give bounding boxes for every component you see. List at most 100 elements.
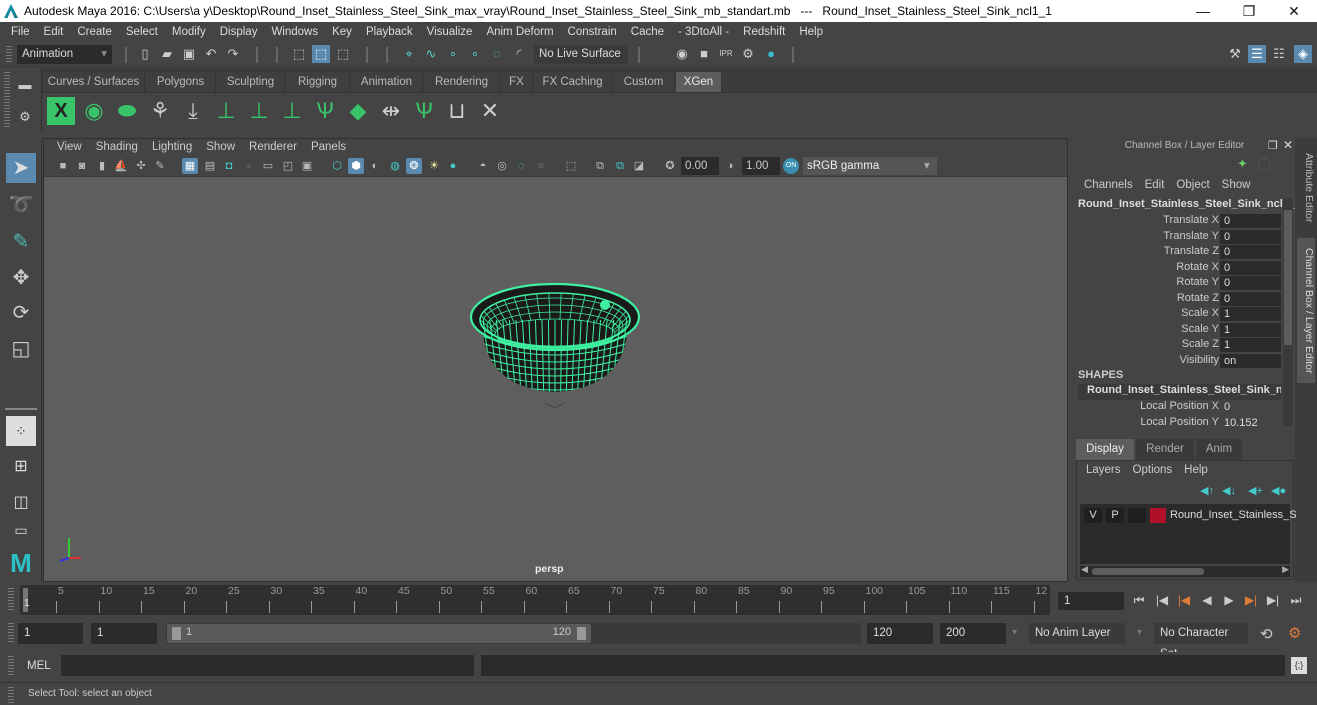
menu-redshift[interactable]: Redshift [736,26,792,38]
paint-select-tool-icon[interactable]: ✎ [6,227,36,257]
layer-color-swatch[interactable] [1150,508,1166,523]
animation-preferences-icon[interactable]: ⚙ [1288,624,1301,642]
script-language-toggle[interactable]: MEL [27,660,51,672]
command-line-grip[interactable] [8,656,14,676]
manipulator-axes-icon[interactable]: ✦ [1237,156,1248,172]
xray-icon[interactable]: ❂ [406,158,422,174]
animation-end-field[interactable]: 200 [940,623,1006,644]
tool-settings-toggle-icon[interactable]: ☷ [1270,45,1288,63]
outliner-layout-icon[interactable]: ▭ [6,522,36,538]
channels-menu[interactable]: Channels [1078,179,1139,191]
close-button[interactable]: ✕ [1271,0,1317,22]
channel-label[interactable]: Local Position Y [1140,416,1219,428]
menu-visualize[interactable]: Visualize [420,26,480,38]
channel-label[interactable]: Rotate X [1176,261,1219,273]
current-frame-field[interactable]: 1 [1058,592,1124,610]
range-start-handle[interactable] [172,627,181,640]
channel-value-field[interactable]: 0 [1220,291,1281,306]
show-menu[interactable]: Show [1216,179,1257,191]
status-line-grip[interactable] [6,46,12,64]
anim-layer-dropdown[interactable]: No Anim Layer [1029,623,1125,644]
shelf-tab-sculpting[interactable]: Sculpting [217,72,285,92]
render-view-icon[interactable]: ◉ [673,45,691,63]
layer-tab-anim[interactable]: Anim [1196,439,1242,460]
shadows-icon[interactable]: ● [445,158,461,174]
delete-guide-icon[interactable]: ✕ [476,97,504,125]
channel-row[interactable]: Scale Y1 [1076,322,1281,338]
channel-row[interactable]: Rotate X0 [1076,260,1281,276]
scrollbar-thumb[interactable] [1284,210,1292,345]
channel-value-field[interactable]: 0 [1220,260,1281,275]
channel-value-field[interactable]: on [1220,353,1281,368]
move-tool-icon[interactable]: ✥ [6,263,36,293]
xray-components-icon[interactable]: ⧉ [612,158,628,174]
channel-label[interactable]: Translate X [1163,214,1219,226]
shelf-tab-fx[interactable]: FX [501,72,533,92]
minimize-button[interactable]: — [1180,0,1226,22]
preview-icon[interactable]: ◉ [80,97,108,125]
single-pane-layout-icon[interactable]: ⁘ [6,416,36,446]
menu-windows[interactable]: Windows [264,26,325,38]
channel-row[interactable]: Translate X0 [1076,214,1281,229]
shelf-tab-rigging[interactable]: Rigging [286,72,350,92]
select-component-icon[interactable]: ⬚ [334,45,352,63]
chevron-down-icon[interactable]: ▾ [1137,627,1142,638]
script-editor-icon[interactable]: {;} [1291,657,1307,674]
shelf-tab-custom[interactable]: Custom [613,72,675,92]
channel-value-field[interactable]: 1 [1220,322,1281,337]
go-to-end-icon[interactable]: ⏭ [1289,592,1303,608]
snap-curve-icon[interactable]: ∿ [422,45,440,63]
color-management-toggle-icon[interactable]: ON [783,158,799,174]
channel-row[interactable]: Translate Z0 [1076,245,1281,260]
shelf-tab-fx-caching[interactable]: FX Caching [534,72,612,92]
render-current-icon[interactable]: ■ [695,45,713,63]
chevron-down-icon[interactable]: ▾ [1012,627,1017,638]
open-scene-icon[interactable]: ▰ [158,45,176,63]
snap-surface-icon[interactable]: ◌ [488,45,506,63]
sink-mesh-wireframe[interactable] [460,270,660,420]
lock-guide-icon[interactable]: ⊥ [278,97,306,125]
options-menu[interactable]: Options [1127,464,1179,476]
channel-row[interactable]: Scale X1 [1076,307,1281,322]
menu-select[interactable]: Select [119,26,165,38]
layer-tab-display[interactable]: Display [1076,439,1134,460]
select-tool-icon[interactable]: ➤ [6,153,36,183]
shape-channel-row[interactable]: Local Position X0 [1076,400,1281,415]
new-layer-selected-icon[interactable]: ◀● [1271,484,1286,497]
step-forward-frame-icon[interactable]: ▶| [1266,592,1280,608]
cut-icon[interactable]: ⊔ [443,97,471,125]
menu-cache[interactable]: Cache [624,26,671,38]
step-back-key-icon[interactable]: |◀ [1177,592,1191,608]
scroll-right-icon[interactable]: ▶ [1282,564,1289,575]
xgen-editor-icon[interactable]: X [47,97,75,125]
save-scene-icon[interactable]: ▣ [180,45,198,63]
layer-hscrollbar[interactable]: ◀ ▶ [1080,564,1290,577]
menu-file[interactable]: File [4,26,37,38]
bookmark-icon[interactable]: ▮ [94,158,110,174]
smooth-shade-icon[interactable]: ⬢ [348,158,364,174]
channel-box-toggle-icon[interactable]: ◈ [1294,45,1312,63]
camera-select-icon[interactable]: ■ [55,158,71,174]
shelf-gear-icon[interactable]: ⚙ [16,108,34,126]
shelf-tab-animation[interactable]: Animation [351,72,423,92]
menu-key[interactable]: Key [325,26,359,38]
menu-anim-deform[interactable]: Anim Deform [479,26,560,38]
render-settings-icon[interactable]: ⚙ [739,45,757,63]
grease-pencil-icon[interactable]: ✎ [152,158,168,174]
scrollbar-thumb[interactable] [1092,568,1204,575]
channel-value-field[interactable]: 0 [1220,400,1281,414]
menu-help[interactable]: Help [792,26,830,38]
shape-name[interactable]: Round_Inset_Stainless_Steel_Sink_nc... [1078,384,1281,400]
viewport-menu-view[interactable]: View [50,141,89,153]
anti-aliasing-icon[interactable]: ◌ [513,158,529,174]
gamma-icon[interactable]: ◑ [722,158,738,174]
make-live-icon[interactable]: ◜ [510,45,528,63]
timeline-grip[interactable] [8,588,14,612]
help-line-grip[interactable] [8,687,14,703]
motion-blur-icon[interactable]: ◎ [494,158,510,174]
auto-key-icon[interactable]: ⟲ [1260,625,1273,643]
channel-label[interactable]: Translate Y [1163,230,1219,242]
new-layer-icon[interactable]: ◀+ [1248,484,1263,497]
close-panel-icon[interactable]: ✕ [1283,138,1293,152]
redo-icon[interactable]: ↷ [224,45,242,63]
